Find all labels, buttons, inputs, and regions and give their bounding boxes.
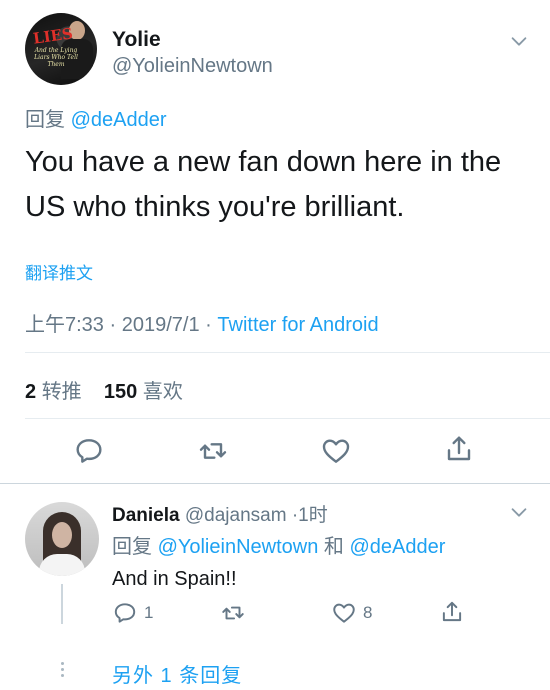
retweet-count: 2 — [25, 381, 37, 403]
meta-separator: · — [109, 314, 117, 336]
like-icon — [333, 603, 355, 623]
thread-dots — [59, 659, 65, 679]
retweets-stat[interactable]: 2 转推 — [25, 381, 82, 403]
thread-line — [61, 584, 63, 624]
share-icon[interactable] — [443, 433, 475, 465]
retweet-icon — [222, 606, 244, 620]
author-avatar[interactable]: LIES And the Lying Liars Who Tell Them — [25, 13, 97, 85]
reply-count: 1 — [144, 603, 154, 622]
and-word: 和 — [323, 536, 344, 558]
meta-separator: · — [205, 314, 212, 336]
mention-link[interactable]: @deAdder — [71, 109, 167, 131]
like-icon[interactable] — [320, 435, 352, 467]
tweet-source-link[interactable]: Twitter for Android — [217, 314, 378, 336]
reply-prefix: 回复 — [25, 109, 65, 131]
reply-reply-button[interactable]: 1 — [112, 600, 153, 626]
avatar-face — [52, 522, 72, 548]
reply-author-name[interactable]: Daniela — [112, 505, 180, 526]
mention-link[interactable]: @YolieinNewtown — [158, 536, 319, 558]
divider — [25, 352, 550, 353]
reply-icon — [114, 603, 136, 623]
reply-author-avatar[interactable] — [25, 502, 99, 576]
reply-text: And in Spain!! — [112, 568, 237, 590]
tweet-time[interactable]: 上午7:33 — [25, 314, 104, 336]
retweet-icon[interactable] — [197, 435, 229, 467]
author-handle[interactable]: @YolieinNewtown — [112, 55, 273, 78]
reply-prefix: 回复 — [112, 536, 152, 558]
reply-share-button[interactable] — [439, 599, 465, 625]
retweet-label: 转推 — [41, 381, 82, 403]
reply-icon[interactable] — [73, 435, 105, 467]
chevron-down-icon[interactable] — [508, 30, 530, 52]
reply-retweet-button[interactable] — [220, 600, 246, 626]
reply-like-button[interactable]: 8 — [331, 600, 372, 626]
more-replies-link[interactable]: 另外 1 条回复 — [112, 659, 242, 688]
tweet-stats: 2 转推 150 喜欢 — [25, 375, 183, 404]
likes-stat[interactable]: 150 喜欢 — [104, 381, 183, 403]
like-count: 150 — [103, 381, 138, 403]
avatar-logo-subtext: And the Lying Liars Who Tell Them — [34, 47, 78, 68]
mention-link[interactable]: @deAdder — [349, 536, 445, 558]
author-name[interactable]: Yolie — [112, 28, 161, 52]
avatar-shirt — [39, 554, 85, 576]
reply-replying-to: 回复 @YolieinNewtown 和 @deAdder — [112, 530, 445, 559]
translate-tweet-link[interactable]: 翻译推文 — [25, 259, 93, 284]
reply-header: Daniela @dajansam ·1时 — [112, 500, 328, 527]
tweet-text: You have a new fan down here in the US w… — [25, 146, 502, 223]
divider — [25, 418, 550, 419]
share-icon — [442, 601, 462, 622]
like-label: 喜欢 — [142, 381, 183, 403]
chevron-down-icon[interactable] — [508, 501, 530, 523]
tweet-date[interactable]: 2019/7/1 — [122, 314, 200, 336]
tweet-meta: 上午7:33 · 2019/7/1 · Twitter for Android — [25, 308, 379, 337]
replying-to: 回复 @deAdder — [25, 103, 166, 132]
reply-like-count: 8 — [363, 603, 373, 622]
reply-time[interactable]: 1时 — [298, 505, 328, 526]
reply-author-handle[interactable]: @dajansam — [185, 505, 287, 526]
section-divider — [0, 483, 550, 484]
